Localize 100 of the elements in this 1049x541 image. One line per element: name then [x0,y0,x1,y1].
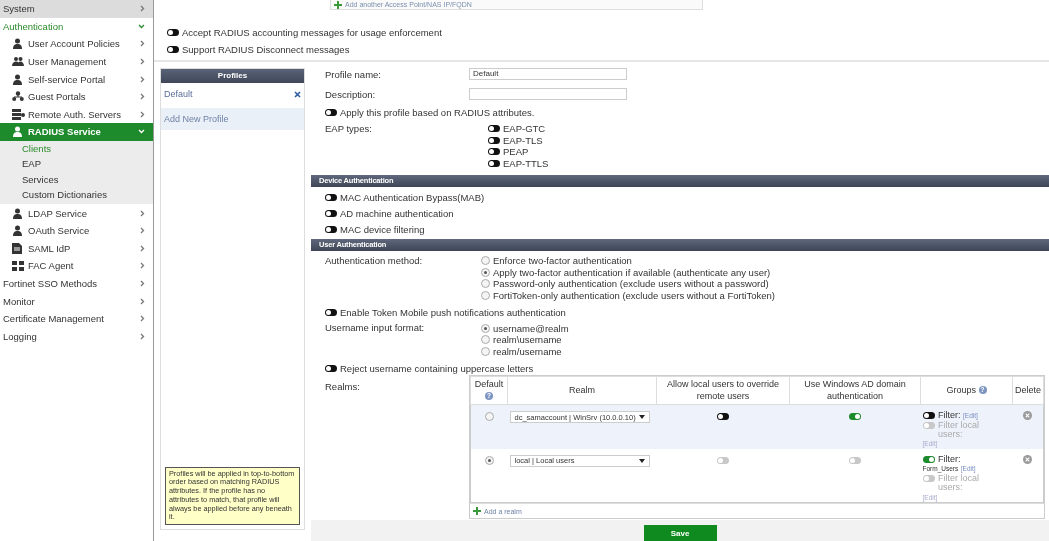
nav-item[interactable]: FAC Agent [0,257,153,275]
nav-item[interactable]: LDAP Service [0,204,153,222]
toggle-label: Reject username containing uppercase letters [340,363,534,375]
nav-item[interactable]: Remote Auth. Servers [0,105,153,124]
nav-item[interactable]: Fortinet SSO Methods [0,274,153,293]
toggle-label: PEAP [503,146,529,158]
nav-item[interactable]: System [0,0,153,18]
radio-button[interactable] [481,256,490,266]
radio-label: Password-only authentication (exclude users without a password) [493,278,769,290]
toggle-label: EAP-TTLS [503,158,549,170]
caret-icon [638,415,645,420]
chevron-right-icon [140,262,145,270]
plus-icon [334,0,342,9]
field-label: EAP types: [325,123,373,136]
filter-local-label: Filter local users: [938,473,981,493]
toggle-switch[interactable] [325,108,337,116]
person-icon [12,207,23,219]
nav-item[interactable]: EAP [0,156,153,172]
toggle-switch[interactable] [488,125,500,133]
toggle-switch[interactable] [488,148,500,156]
toggle-label: Support RADIUS Disconnect messages [182,44,350,55]
toggle-label: Enable Token Mobile push notifications authentication [340,307,566,319]
chevron-right-icon [140,58,145,66]
plus-icon [473,507,481,516]
text-field[interactable] [469,88,627,100]
chevron-right-icon [140,5,145,13]
panel-header: Profiles [161,69,304,83]
nav-item[interactable]: Custom Dictionaries [0,186,153,203]
text-field[interactable]: Default [469,68,627,80]
radio-label: realm/username [493,345,562,357]
toggle-switch[interactable] [325,194,337,201]
nav-item[interactable]: Authentication [0,17,153,36]
chevron-right-icon [140,75,145,83]
caret-icon [638,458,645,463]
toggle-switch[interactable] [488,136,500,144]
nav-item[interactable]: OAuth Service [0,221,153,240]
radio-label: realm\username [493,334,562,346]
nav-item[interactable]: Certificate Management [0,309,153,328]
nav-item[interactable]: Logging [0,327,153,346]
field-label: Authentication method: [325,255,424,268]
people-icon [12,56,24,68]
field-label: Profile name: [325,68,382,80]
nav-item[interactable]: Self-service Portal [0,70,153,88]
toggle-switch[interactable] [325,309,337,317]
chevron-down-icon [138,129,145,135]
nav-item[interactable]: Services [0,171,153,187]
nav-item[interactable]: Clients [0,140,153,157]
chevron-right-icon [140,280,145,287]
toggle-switch[interactable] [167,29,179,36]
toggle-label: EAP-TLS [503,134,543,146]
radio-button[interactable] [481,335,490,345]
delete-icon[interactable] [1023,454,1033,464]
filter-local-label: Filter local users: [938,420,981,440]
nav-item[interactable]: User Account Policies [0,35,153,53]
profile-item[interactable]: Default [161,83,304,104]
radio-button[interactable] [481,323,490,333]
toggle-switch[interactable] [488,160,500,168]
chevron-right-icon [140,110,145,118]
person-icon [12,73,23,85]
nav-item[interactable]: User Management [0,52,153,71]
radio-button[interactable] [481,267,490,277]
column-header: Use Windows AD domain authentication [789,376,921,405]
nav-item[interactable]: SAML IdP [0,239,153,258]
delete-icon[interactable] [294,90,301,98]
toggle-label: MAC device filtering [340,224,425,235]
toggle-switch[interactable] [325,210,337,217]
chevron-right-icon [140,40,145,48]
grid-icon [12,260,24,271]
person-icon [12,225,23,237]
server-icon [12,108,25,120]
person-icon [12,126,23,138]
toggle-switch[interactable] [922,412,935,420]
radio-button[interactable] [481,346,490,356]
toggle-switch[interactable] [167,46,179,53]
nav-item[interactable]: RADIUS Service [0,123,153,141]
radio-button[interactable] [481,291,490,301]
filter-label: Filter: [938,453,961,464]
column-header: Allow local users to override remote users [656,376,790,405]
chevron-down-icon [138,23,145,29]
radio-button[interactable] [484,412,494,422]
chevron-right-icon [140,332,145,340]
field-label: Description: [325,88,377,100]
add-profile-item[interactable]: Add New Profile [161,108,304,130]
nav-item[interactable]: Guest Portals [0,87,153,106]
toggle-switch[interactable] [849,413,861,421]
chevron-right-icon [140,93,145,101]
column-header: Realm [507,376,657,405]
filter-label: Filter: [938,410,961,421]
radio-button[interactable] [484,456,494,466]
radio-button[interactable] [481,279,490,289]
column-header: Delete [1012,376,1044,405]
toggle-switch[interactable] [717,413,729,421]
save-button[interactable]: Save [643,525,717,541]
toggle-switch[interactable] [922,456,935,464]
radio-label: Apply two-factor authentication if available (authenticate any user) [493,266,771,278]
chevron-right-icon [140,209,145,217]
toggle-switch[interactable] [325,365,337,373]
toggle-label: EAP-GTC [503,123,546,135]
nav-item[interactable]: Monitor [0,292,153,310]
toggle-switch[interactable] [325,226,337,233]
